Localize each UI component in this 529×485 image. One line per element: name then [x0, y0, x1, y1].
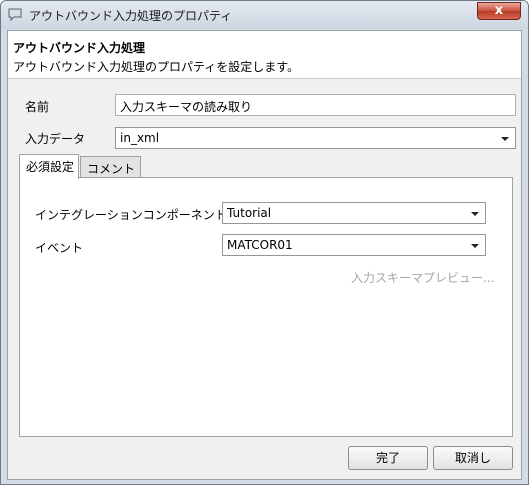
tab-panel-required: インテグレーションコンポーネント Tutorial イベント MATCOR01 …: [19, 177, 513, 437]
chevron-down-icon: [501, 137, 509, 141]
header-title: アウトバウンド入力処理: [13, 41, 146, 55]
name-label: 名前: [25, 100, 50, 114]
component-label: インテグレーションコンポーネント: [35, 208, 227, 222]
input-data-value: in_xml: [120, 131, 160, 145]
event-select[interactable]: MATCOR01: [222, 234, 486, 256]
name-field[interactable]: 入力スキーマの読み取り: [115, 94, 516, 116]
component-select[interactable]: Tutorial: [222, 202, 486, 224]
input-data-select[interactable]: in_xml: [115, 127, 516, 149]
dialog-client-area: アウトバウンド入力処理 アウトバウンド入力処理のプロパティを設定します。 名前 …: [7, 30, 522, 480]
input-schema-preview-link[interactable]: 入力スキーマプレビュー...: [351, 269, 494, 286]
event-label: イベント: [35, 241, 84, 255]
title-bar[interactable]: アウトバウンド入力処理のプロパティ x: [1, 1, 528, 29]
window-title: アウトバウンド入力処理のプロパティ: [29, 9, 233, 23]
dialog-window: アウトバウンド入力処理のプロパティ x アウトバウンド入力処理 アウトバウンド入…: [0, 0, 529, 485]
cancel-button[interactable]: 取消し: [433, 446, 513, 470]
chevron-down-icon: [471, 212, 479, 216]
finish-button[interactable]: 完了: [348, 446, 428, 470]
chevron-down-icon: [471, 244, 479, 248]
header-description: アウトバウンド入力処理のプロパティを設定します。: [13, 60, 300, 74]
close-button[interactable]: x: [477, 2, 521, 20]
tab-label: 必須設定: [26, 160, 75, 174]
input-data-label: 入力データ: [25, 132, 86, 146]
speech-bubble-icon: [7, 7, 23, 23]
tab-comment[interactable]: コメント: [80, 156, 141, 178]
component-value: Tutorial: [227, 206, 272, 220]
tab-required-settings[interactable]: 必須設定: [19, 154, 79, 179]
dialog-header: アウトバウンド入力処理 アウトバウンド入力処理のプロパティを設定します。: [8, 31, 521, 79]
tab-label: コメント: [87, 162, 136, 176]
event-value: MATCOR01: [227, 238, 293, 252]
close-icon: x: [494, 3, 504, 18]
